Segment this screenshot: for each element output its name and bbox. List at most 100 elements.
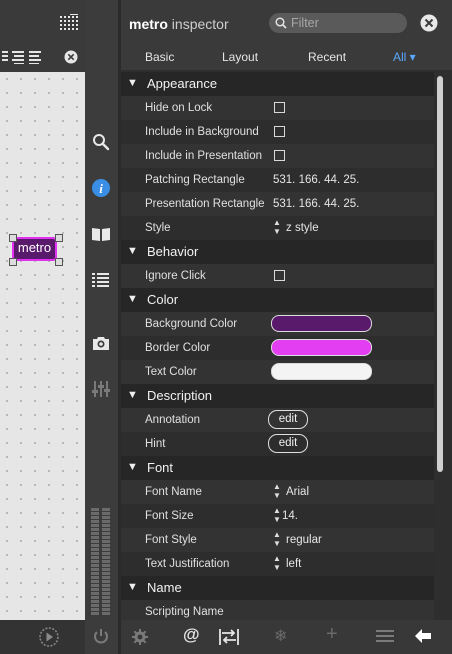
font-style-value[interactable]: regular (286, 534, 322, 546)
selection-handle[interactable] (55, 234, 63, 242)
section-color[interactable]: ▼ Color (121, 288, 434, 312)
background-color-swatch[interactable] (271, 315, 372, 332)
inspector-title: metro inspector (129, 16, 229, 32)
mixer-icon[interactable] (92, 380, 110, 398)
section-behavior[interactable]: ▼ Behavior (121, 240, 434, 264)
align-icons[interactable] (2, 50, 52, 64)
section-description[interactable]: ▼ Description (121, 384, 434, 408)
play-icon[interactable] (37, 625, 61, 649)
power-icon[interactable] (93, 627, 109, 645)
list-icon[interactable] (92, 272, 110, 288)
attr-row: Background Color (121, 312, 434, 336)
attr-label: Background Color (145, 318, 238, 330)
add-icon[interactable]: + (326, 623, 338, 646)
attr-row: Hide on Lock (121, 96, 434, 120)
attr-label: Font Style (145, 534, 197, 546)
filter-field[interactable]: Filter (269, 13, 407, 33)
sidebar: i (85, 0, 118, 654)
attr-row: Hint edit (121, 432, 434, 456)
hide-on-lock-checkbox[interactable] (274, 102, 285, 113)
close-icon[interactable] (420, 14, 438, 32)
attr-row: Include in Presentation (121, 144, 434, 168)
collapse-arrow-icon: ▼ (127, 389, 138, 401)
section-appearance[interactable]: ▼ Appearance (121, 72, 434, 96)
attr-row: Scripting Name (121, 600, 434, 620)
grid-icon[interactable] (60, 14, 82, 34)
info-icon[interactable]: i (91, 178, 111, 198)
attr-label: Text Justification (145, 558, 230, 570)
text-color-swatch[interactable] (271, 363, 372, 380)
stepper-icon[interactable]: ▲ ▼ (273, 554, 281, 572)
collapse-arrow-icon: ▼ (127, 293, 138, 305)
attr-label: Include in Presentation (145, 150, 262, 162)
attr-row: Text Justification ▲ ▼ left (121, 552, 434, 576)
selection-handle[interactable] (9, 234, 17, 242)
patcher-canvas[interactable]: metro (0, 72, 85, 620)
close-icon[interactable] (64, 50, 78, 64)
svg-text:i: i (99, 181, 103, 196)
presentation-rect-value[interactable]: 531. 166. 44. 25. (273, 198, 359, 210)
attr-label: Scripting Name (145, 606, 224, 618)
attr-label: Patching Rectangle (145, 174, 245, 186)
canvas-toolbar (0, 0, 85, 72)
attr-label: Ignore Click (145, 270, 206, 282)
selection-handle[interactable] (55, 258, 63, 266)
attr-row: Font Style ▲ ▼ regular (121, 528, 434, 552)
at-icon[interactable]: @ (183, 625, 200, 645)
hint-edit-button[interactable]: edit (268, 434, 308, 453)
attr-row: Font Name ▲ ▼ Arial (121, 480, 434, 504)
freeze-icon[interactable]: ❄ (274, 626, 287, 646)
attr-row: Patching Rectangle 531. 166. 44. 25. (121, 168, 434, 192)
attr-label: Annotation (145, 414, 200, 426)
snapshot-icon[interactable] (92, 334, 110, 352)
ignore-click-checkbox[interactable] (274, 270, 285, 281)
scrollbar-thumb[interactable] (437, 76, 443, 472)
filter-placeholder: Filter (291, 16, 319, 30)
attr-row: Font Size ▲ ▼ 14. (121, 504, 434, 528)
inspector-header: metro inspector Filter (121, 0, 452, 46)
patching-rect-value[interactable]: 531. 166. 44. 25. (273, 174, 359, 186)
section-name[interactable]: ▼ Name (121, 576, 434, 600)
collapse-arrow-icon: ▼ (127, 461, 138, 473)
attr-row: Text Color (121, 360, 434, 384)
tab-all[interactable]: All ▾ (393, 50, 416, 64)
attr-row: Border Color (121, 336, 434, 360)
section-title: Description (147, 388, 213, 403)
stepper-icon[interactable]: ▲ ▼ (273, 506, 281, 524)
include-presentation-checkbox[interactable] (274, 150, 285, 161)
section-font[interactable]: ▼ Font (121, 456, 434, 480)
inspector-tabs: Basic Layout Recent All ▾ (121, 46, 452, 70)
menu-icon[interactable] (376, 629, 394, 644)
stepper-icon[interactable]: ▲ ▼ (273, 218, 281, 236)
tab-basic[interactable]: Basic (145, 50, 174, 64)
collapse-arrow-icon: ▼ (127, 245, 138, 257)
stepper-icon[interactable]: ▲ ▼ (273, 482, 281, 500)
font-name-value[interactable]: Arial (286, 486, 309, 498)
stepper-icon[interactable]: ▲ ▼ (273, 530, 281, 548)
attr-row: Include in Background (121, 120, 434, 144)
attr-row: Ignore Click (121, 264, 434, 288)
attr-label: Font Size (145, 510, 194, 522)
style-value[interactable]: z style (286, 222, 319, 234)
border-color-swatch[interactable] (271, 339, 372, 356)
font-size-value[interactable]: 14. (282, 510, 298, 522)
attr-label: Hint (145, 438, 166, 450)
gear-icon[interactable] (131, 628, 149, 646)
metro-object[interactable]: metro (9, 234, 63, 266)
text-justification-value[interactable]: left (286, 558, 301, 570)
section-title: Behavior (147, 244, 199, 259)
tab-layout[interactable]: Layout (222, 50, 258, 64)
include-background-checkbox[interactable] (274, 126, 285, 137)
route-icon[interactable] (219, 628, 239, 646)
section-title: Appearance (147, 76, 218, 91)
selection-handle[interactable] (9, 258, 17, 266)
reference-icon[interactable] (91, 226, 111, 242)
back-arrow-icon[interactable] (414, 628, 432, 644)
attr-label: Style (145, 222, 171, 234)
tab-recent[interactable]: Recent (308, 50, 346, 64)
canvas-bottom-bar (0, 620, 85, 654)
annotation-edit-button[interactable]: edit (268, 410, 308, 429)
search-icon[interactable] (92, 133, 110, 151)
object-label: metro (17, 240, 52, 255)
level-meters (91, 508, 111, 616)
